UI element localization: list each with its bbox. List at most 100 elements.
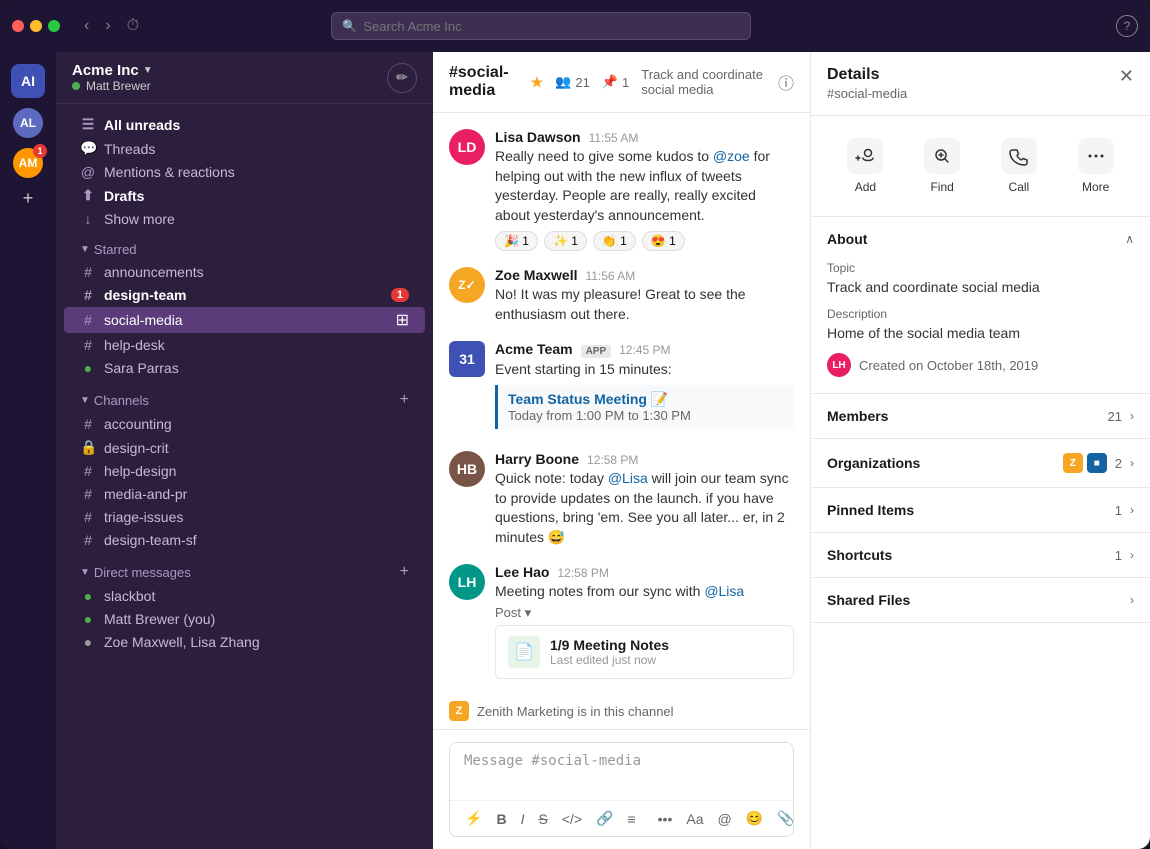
nav-design-team[interactable]: # design-team 1 xyxy=(64,284,425,306)
members-section-header[interactable]: Members 21 › xyxy=(811,394,1150,438)
maximize-traffic-light[interactable] xyxy=(48,20,60,32)
nav-accounting[interactable]: # accounting xyxy=(64,413,425,435)
strikethrough-button[interactable]: S xyxy=(533,808,552,830)
nav-show-more[interactable]: ↓ Show more xyxy=(64,208,425,230)
nav-zoe-lisa[interactable]: ● Zoe Maxwell, Lisa Zhang xyxy=(64,631,425,653)
history-button[interactable]: ⏱ xyxy=(123,15,143,37)
compose-button[interactable]: ✏ xyxy=(387,63,417,93)
details-subtitle: #social-media xyxy=(827,86,907,101)
nav-announcements[interactable]: # announcements xyxy=(64,261,425,283)
search-bar[interactable]: 🔍 xyxy=(331,12,751,40)
shortcuts-chevron-icon: › xyxy=(1130,548,1134,562)
unreads-icon: ☰ xyxy=(80,116,96,133)
drafts-icon: ⬆ xyxy=(80,187,96,204)
message-row: HB Harry Boone 12:58 PM Quick note: toda… xyxy=(449,451,794,547)
members-meta[interactable]: 👥 21 xyxy=(555,74,590,90)
message-text: No! It was my pleasure! Great to see the… xyxy=(495,285,794,324)
code-button[interactable]: </> xyxy=(557,808,587,830)
close-details-button[interactable]: ✕ xyxy=(1119,66,1134,87)
add-channel-button[interactable]: + xyxy=(400,391,409,409)
post-info: 1/9 Meeting Notes Last edited just now xyxy=(550,637,781,667)
back-button[interactable]: ‹ xyxy=(80,15,93,37)
add-dm-button[interactable]: + xyxy=(400,563,409,581)
nav-drafts[interactable]: ⬆ Drafts xyxy=(64,184,425,207)
dm-section-header[interactable]: ▼ Direct messages + xyxy=(64,555,425,584)
info-button[interactable]: ⓘ xyxy=(778,70,794,94)
channel-hash-icon: # xyxy=(80,337,96,353)
channel-hash-icon: # xyxy=(80,416,96,432)
nav-help-design[interactable]: # help-design xyxy=(64,460,425,482)
reaction-item[interactable]: 👏 1 xyxy=(593,231,636,251)
shared-files-title: Shared Files xyxy=(827,592,910,608)
message-content: Harry Boone 12:58 PM Quick note: today @… xyxy=(495,451,794,547)
quote-title[interactable]: Team Status Meeting 📝 xyxy=(508,391,784,408)
nav-social-media[interactable]: # social-media ⊞ xyxy=(64,307,425,333)
zenith-notice: Z Zenith Marketing is in this channel xyxy=(449,695,794,727)
user-name: Matt Brewer xyxy=(86,79,151,93)
online-status-dot xyxy=(72,82,80,90)
nav-slackbot[interactable]: ● slackbot xyxy=(64,585,425,607)
list-button[interactable]: ≡ xyxy=(622,808,640,830)
more-action-button[interactable]: More xyxy=(1062,132,1130,200)
shared-files-chevron-icon: › xyxy=(1130,593,1134,607)
search-input[interactable] xyxy=(363,19,740,34)
attachment-button[interactable]: 📎 xyxy=(772,807,794,830)
avatar-al[interactable]: AL xyxy=(13,108,43,138)
starred-section-header[interactable]: ▼ Starred xyxy=(64,234,425,260)
nav-media-and-pr[interactable]: # media-and-pr xyxy=(64,483,425,505)
help-button[interactable]: ? xyxy=(1116,15,1138,37)
mention[interactable]: @zoe xyxy=(713,148,750,164)
message-time: 12:58 PM xyxy=(587,453,638,467)
channels-section-header[interactable]: ▼ Channels + xyxy=(64,383,425,412)
workspace-name[interactable]: Acme Inc ▼ xyxy=(72,62,153,79)
pinned-section-header[interactable]: Pinned Items 1 › xyxy=(811,488,1150,532)
mention-button[interactable]: @ xyxy=(713,808,737,830)
message-input[interactable] xyxy=(450,743,793,795)
nav-mentions[interactable]: @ Mentions & reactions xyxy=(64,161,425,183)
call-action-button[interactable]: Call xyxy=(985,132,1053,200)
nav-design-crit[interactable]: 🔒 design-crit xyxy=(64,436,425,459)
bold-button[interactable]: B xyxy=(491,808,511,830)
nav-sara-parras[interactable]: ● Sara Parras xyxy=(64,357,425,379)
reaction-item[interactable]: 🎉 1 xyxy=(495,231,538,251)
message-header: Lisa Dawson 11:55 AM xyxy=(495,129,794,145)
post-block[interactable]: 📄 1/9 Meeting Notes Last edited just now xyxy=(495,625,794,679)
link-button[interactable]: 🔗 xyxy=(591,807,618,830)
add-action-button[interactable]: Add xyxy=(831,132,899,200)
post-title: 1/9 Meeting Notes xyxy=(550,637,781,653)
members-count: 21 xyxy=(1108,409,1122,424)
avatar-am[interactable]: AM 1 xyxy=(13,148,43,178)
star-icon[interactable]: ★ xyxy=(531,74,544,91)
emoji-button[interactable]: 😊 xyxy=(741,807,768,830)
add-workspace-button[interactable]: + xyxy=(23,188,34,209)
about-section-title: About xyxy=(827,231,867,247)
nav-help-desk[interactable]: # help-desk xyxy=(64,334,425,356)
mention[interactable]: @Lisa xyxy=(704,583,744,599)
workspace-avatar[interactable]: AI xyxy=(11,64,45,98)
close-traffic-light[interactable] xyxy=(12,20,24,32)
mention[interactable]: @Lisa xyxy=(608,470,648,486)
nav-all-unreads[interactable]: ☰ All unreads xyxy=(64,113,425,136)
shared-files-section-header[interactable]: Shared Files › xyxy=(811,578,1150,622)
font-button[interactable]: Aa xyxy=(681,808,708,830)
avatar: Z✓ xyxy=(449,267,485,303)
nav-triage-issues[interactable]: # triage-issues xyxy=(64,506,425,528)
nav-design-team-sf[interactable]: # design-team-sf xyxy=(64,529,425,551)
about-section-header[interactable]: About ∧ xyxy=(811,217,1150,261)
lightning-button[interactable]: ⚡ xyxy=(460,807,487,830)
forward-button[interactable]: › xyxy=(101,15,114,37)
message-content: Lisa Dawson 11:55 AM Really need to give… xyxy=(495,129,794,251)
app-body: AI AL AM 1 + Acme Inc ▼ Matt Brewer xyxy=(0,52,1150,849)
pinned-meta[interactable]: 📌 1 xyxy=(602,74,629,90)
find-action-button[interactable]: Find xyxy=(908,132,976,200)
more-formatting-button[interactable]: ••• xyxy=(653,808,678,830)
reaction-item[interactable]: ✨ 1 xyxy=(544,231,587,251)
nav-matt-brewer[interactable]: ● Matt Brewer (you) xyxy=(64,608,425,630)
organizations-section-header[interactable]: Organizations Z ■ 2 › xyxy=(811,439,1150,487)
shortcuts-section-header[interactable]: Shortcuts 1 › xyxy=(811,533,1150,577)
minimize-traffic-light[interactable] xyxy=(30,20,42,32)
sidebar-main: Acme Inc ▼ Matt Brewer ✏ ☰ All unreads xyxy=(56,52,433,849)
italic-button[interactable]: I xyxy=(516,808,530,830)
nav-threads[interactable]: 💬 Threads xyxy=(64,137,425,160)
reaction-item[interactable]: 😍 1 xyxy=(642,231,685,251)
